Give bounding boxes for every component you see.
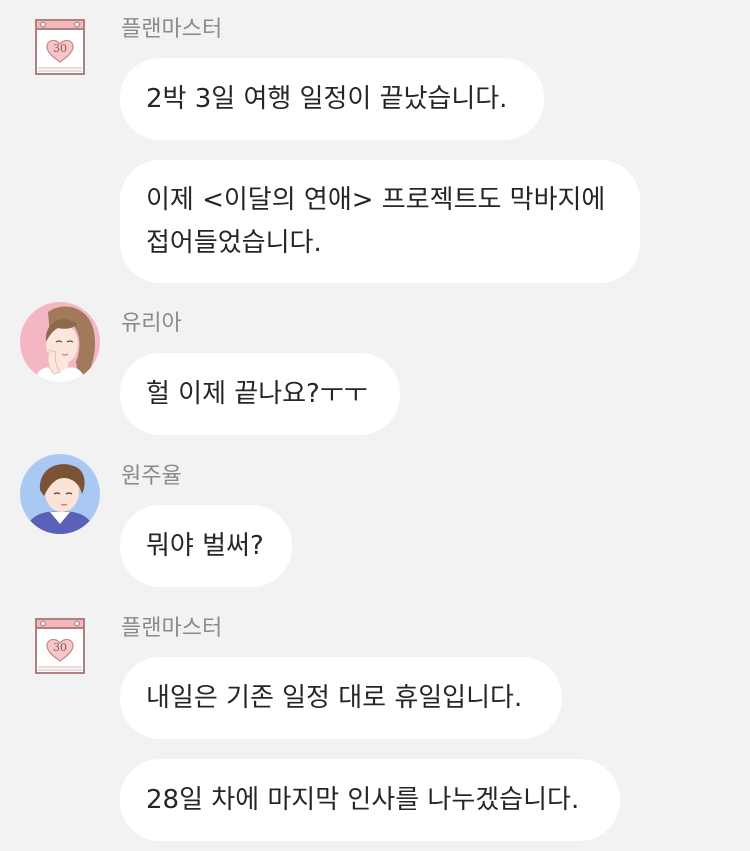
- yuria-avatar[interactable]: [20, 302, 100, 382]
- sender-name: 유리아: [121, 311, 182, 336]
- sender-name: 플랜마스터: [121, 616, 223, 641]
- sender-name: 원주율: [121, 464, 182, 489]
- message-bubble[interactable]: 내일은 기존 일정 대로 휴일입니다.: [120, 657, 562, 739]
- wonjuyul-avatar[interactable]: [20, 454, 100, 534]
- message-bubble[interactable]: 28일 차에 마지막 인사를 나누겠습니다.: [120, 759, 620, 841]
- message-bubble[interactable]: 2박 3일 여행 일정이 끝났습니다.: [120, 58, 544, 140]
- message-text: 28일 차에 마지막 인사를 나누겠습니다.: [146, 784, 580, 815]
- calendar-avatar-icon[interactable]: 30: [20, 14, 100, 94]
- calendar-avatar-icon[interactable]: 30: [20, 613, 100, 693]
- sender-name: 플랜마스터: [121, 17, 223, 42]
- calendar-number: 30: [53, 42, 67, 55]
- message-bubble[interactable]: 이제 <이달의 연애> 프로젝트도 막바지에 접어들었습니다.: [120, 160, 640, 283]
- message-bubble[interactable]: 헐 이제 끝나요?ㅜㅜ: [120, 353, 400, 435]
- message-text: 내일은 기존 일정 대로 휴일입니다.: [146, 682, 523, 713]
- message-text: 헐 이제 끝나요?ㅜㅜ: [146, 378, 368, 409]
- message-text: 2박 3일 여행 일정이 끝났습니다.: [146, 83, 508, 114]
- chat-log: 30 플랜마스터 2박 3일 여행 일정이 끝났습니다. 이제 <이달의 연애>…: [0, 0, 750, 851]
- message-text: 뭐야 벌써?: [146, 530, 264, 561]
- message-text: 이제 <이달의 연애> 프로젝트도 막바지에 접어들었습니다.: [146, 184, 606, 258]
- calendar-number: 30: [53, 641, 67, 654]
- message-bubble[interactable]: 뭐야 벌써?: [120, 505, 292, 587]
